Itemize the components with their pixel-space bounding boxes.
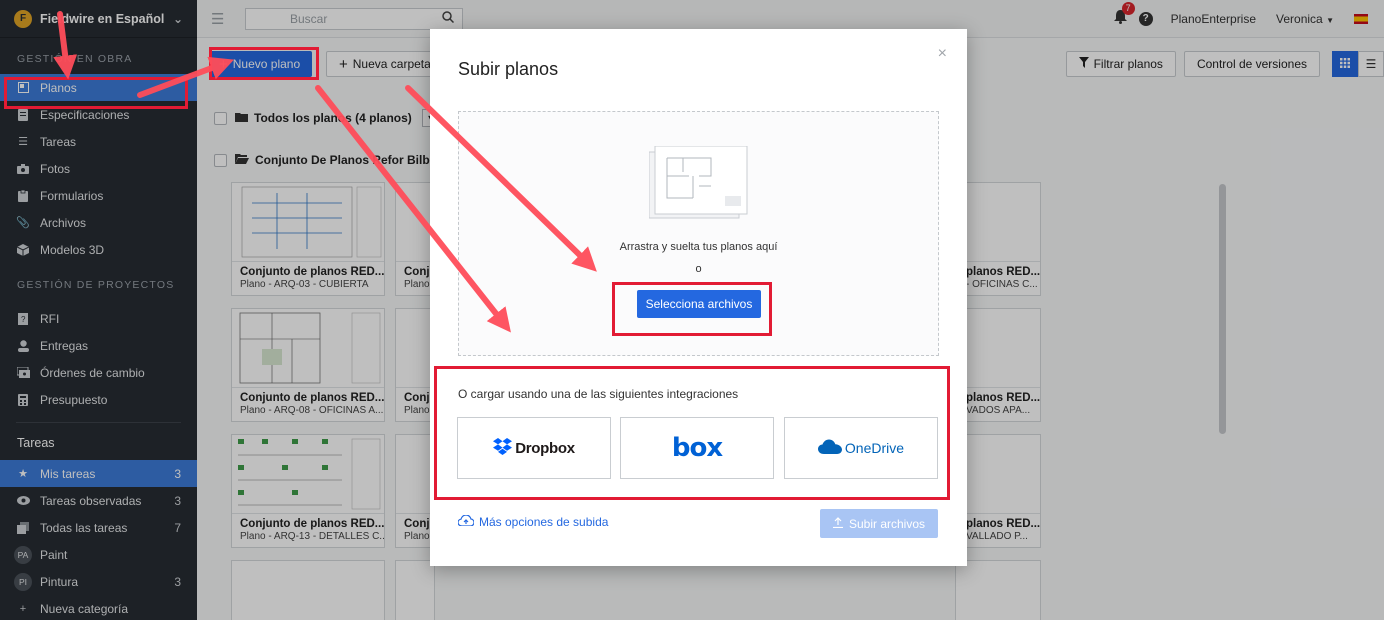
more-options-label: Más opciones de subida [479, 515, 609, 529]
highlight-planos [4, 77, 188, 109]
floor-plan-illustration-icon [648, 145, 749, 225]
more-upload-options-link[interactable]: Más opciones de subida [457, 514, 609, 529]
upload-icon [832, 516, 843, 531]
upload-files-button[interactable]: Subir archivos [820, 509, 938, 538]
highlight-integrations [434, 366, 950, 500]
highlight-select-files [612, 282, 772, 336]
modal-title: Subir planos [458, 59, 559, 79]
or-text: o [695, 263, 702, 275]
close-icon[interactable]: × [938, 45, 947, 63]
upload-label: Subir archivos [848, 516, 926, 531]
drag-drop-text: Arrastra y suelta tus planos aquí [619, 241, 778, 253]
cloud-upload-icon [457, 514, 475, 529]
highlight-new-plan [209, 47, 319, 80]
